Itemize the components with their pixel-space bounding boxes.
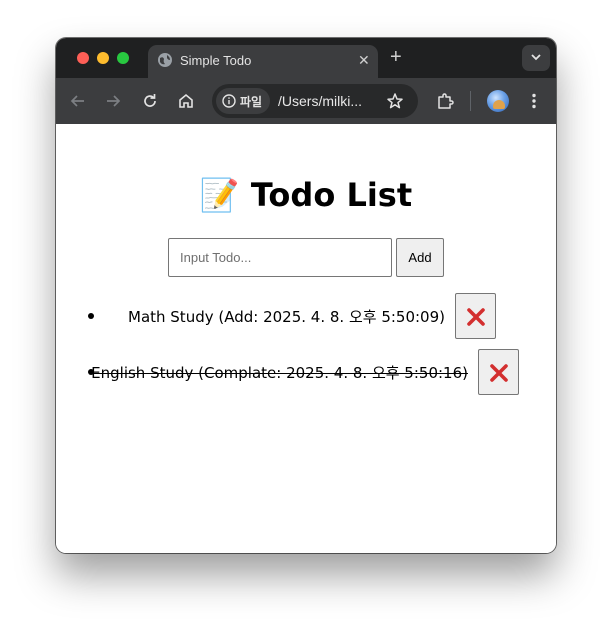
tab-bar: Simple Todo ✕ + <box>56 38 556 78</box>
add-todo-button[interactable]: Add <box>396 238 444 277</box>
url-text: /Users/milki... <box>278 93 362 109</box>
reload-icon[interactable] <box>141 92 159 110</box>
info-icon <box>222 94 236 108</box>
back-arrow-icon[interactable] <box>69 92 87 110</box>
delete-todo-button[interactable] <box>478 349 519 395</box>
new-tab-button[interactable]: + <box>390 46 402 68</box>
more-menu-icon[interactable] <box>525 92 543 110</box>
page-content: 📝 Todo List Add Math Study (Add: 2025. 4… <box>56 124 556 553</box>
chevron-down-icon <box>531 54 541 61</box>
browser-toolbar: 파일 /Users/milki... <box>56 78 556 124</box>
close-window-button[interactable] <box>77 52 89 64</box>
site-chip-label: 파일 <box>240 95 263 109</box>
bookmark-star-icon[interactable] <box>386 92 404 110</box>
tab-search-button[interactable] <box>522 45 550 71</box>
tab-title: Simple Todo <box>180 53 252 68</box>
minimize-window-button[interactable] <box>97 52 109 64</box>
profile-avatar[interactable] <box>487 90 509 112</box>
browser-window: Simple Todo ✕ + 파일 /Users/milki... 📝 Tod… <box>56 38 556 553</box>
tab-close-icon[interactable]: ✕ <box>358 51 370 69</box>
todo-input[interactable] <box>168 238 392 277</box>
close-x-icon <box>467 308 485 326</box>
address-bar[interactable]: 파일 /Users/milki... <box>212 84 418 118</box>
toolbar-divider <box>470 91 471 111</box>
todo-text[interactable]: Math Study (Add: 2025. 4. 8. 오후 5:50:09) <box>128 306 445 327</box>
extensions-puzzle-icon[interactable] <box>436 92 454 110</box>
zoom-window-button[interactable] <box>117 52 129 64</box>
home-icon[interactable] <box>177 92 195 110</box>
forward-arrow-icon[interactable] <box>104 92 122 110</box>
todo-item: Math Study (Add: 2025. 4. 8. 오후 5:50:09) <box>56 293 556 339</box>
close-x-icon <box>490 364 508 382</box>
todo-text[interactable]: English Study (Complate: 2025. 4. 8. 오후 … <box>91 362 468 383</box>
site-info-chip[interactable]: 파일 <box>216 88 270 114</box>
delete-todo-button[interactable] <box>455 293 496 339</box>
page-title: 📝 Todo List <box>199 176 413 214</box>
todo-item: English Study (Complate: 2025. 4. 8. 오후 … <box>56 349 556 395</box>
globe-icon <box>158 53 172 67</box>
tab-simple-todo[interactable]: Simple Todo ✕ <box>148 45 378 78</box>
list-bullet <box>88 313 94 319</box>
